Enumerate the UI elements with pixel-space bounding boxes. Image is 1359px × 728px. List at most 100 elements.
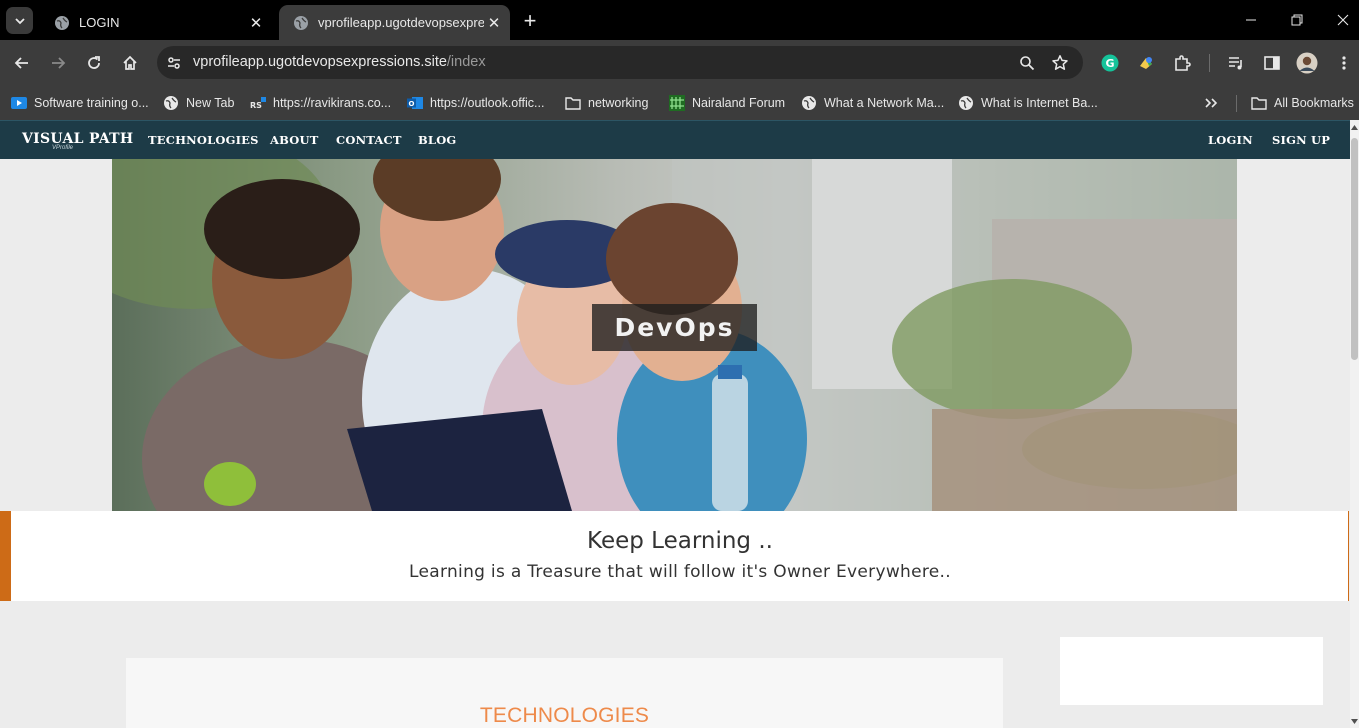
chevron-down-icon	[14, 17, 25, 24]
bookmark-item[interactable]: O https://outlook.offic...	[407, 92, 544, 114]
svg-text:O: O	[409, 100, 415, 108]
address-bar[interactable]: vprofileapp.ugotdevopsexpressions.site/i…	[157, 46, 1083, 79]
bookmark-label: networking	[588, 96, 649, 110]
bookmark-label: What a Network Ma...	[824, 96, 945, 110]
all-bookmarks-button[interactable]: All Bookmarks	[1251, 92, 1354, 114]
scrollbar-thumb[interactable]	[1351, 138, 1358, 360]
all-bookmarks-label: All Bookmarks	[1274, 96, 1354, 110]
extensions-button[interactable]	[1169, 50, 1195, 76]
rs-icon: RS	[250, 95, 266, 111]
tab-search-button[interactable]	[6, 7, 33, 34]
hero-label: DevOps	[592, 304, 757, 351]
toolbar-divider	[1209, 54, 1210, 72]
home-icon	[123, 55, 137, 70]
url-path: /index	[446, 54, 486, 70]
nairaland-icon	[669, 95, 685, 111]
page-scrollbar[interactable]	[1350, 120, 1359, 728]
restore-button[interactable]	[1282, 8, 1312, 32]
folder-icon	[1251, 95, 1267, 111]
globe-icon	[293, 15, 309, 31]
tab-vprofile[interactable]: vprofileapp.ugotdevopsexpressions.site/i…	[279, 5, 510, 40]
globe-icon	[801, 95, 817, 111]
plus-icon: +	[523, 8, 537, 33]
browser-tab-bar: LOGIN ✕ vprofileapp.ugotdevopsexpression…	[0, 0, 1359, 40]
site-settings-icon[interactable]	[165, 54, 183, 72]
globe-icon	[54, 15, 70, 31]
bookmark-folder[interactable]: networking	[565, 92, 648, 114]
url-text: vprofileapp.ugotdevopsexpressions.site/i…	[193, 54, 486, 70]
tab-login[interactable]: LOGIN ✕	[40, 5, 272, 40]
profile-avatar-button[interactable]	[1294, 50, 1320, 76]
nav-contact[interactable]: CONTACT	[336, 133, 402, 147]
bookmark-label: New Tab	[186, 96, 235, 110]
tab-title: vprofileapp.ugotdevopsexpressions.site/i…	[318, 15, 484, 30]
arrow-left-icon	[14, 57, 28, 69]
quote-subtitle: Learning is a Treasure that will follow …	[409, 562, 951, 582]
media-controls-button[interactable]	[1223, 50, 1249, 76]
close-window-button[interactable]	[1328, 8, 1358, 32]
back-button[interactable]	[9, 50, 35, 76]
grammarly-icon: G	[1101, 54, 1119, 72]
svg-text:G: G	[1105, 57, 1114, 70]
side-panel-icon	[1264, 56, 1280, 70]
forward-button[interactable]	[45, 50, 71, 76]
bookmark-item[interactable]: Software training o...	[11, 92, 149, 114]
nav-login[interactable]: LOGIN	[1208, 133, 1253, 147]
bookmark-item[interactable]: RS https://ravikirans.co...	[250, 92, 391, 114]
bookmark-label: https://outlook.offic...	[430, 96, 545, 110]
svg-text:RS: RS	[250, 101, 262, 110]
nav-about[interactable]: ABOUT	[270, 133, 318, 147]
sidebar-panel	[1060, 637, 1323, 705]
bookmark-label: What is Internet Ba...	[981, 96, 1098, 110]
quote-panel: Keep Learning .. Learning is a Treasure …	[0, 511, 1349, 601]
scroll-up-icon[interactable]	[1350, 122, 1359, 132]
browser-menu-button[interactable]	[1331, 50, 1357, 76]
folder-icon	[565, 95, 581, 111]
more-bookmarks-button[interactable]	[1203, 92, 1226, 114]
minimize-icon	[1246, 19, 1256, 21]
double-chevron-right-icon	[1203, 95, 1219, 111]
color-extension-icon	[1140, 57, 1152, 69]
bookmarks-bar: Software training o... New Tab RS https:…	[0, 86, 1359, 120]
media-queue-icon	[1229, 57, 1242, 70]
bookmark-item[interactable]: New Tab	[163, 92, 234, 114]
minimize-button[interactable]	[1236, 8, 1266, 32]
grammarly-extension-button[interactable]: G	[1097, 50, 1123, 76]
youtube-icon	[11, 95, 27, 111]
tab-title: LOGIN	[79, 15, 120, 30]
nav-technologies[interactable]: TECHNOLOGIES	[148, 133, 259, 147]
close-icon	[1337, 14, 1349, 26]
bookmarks-divider	[1236, 95, 1237, 112]
technologies-section: TECHNOLOGIES	[126, 658, 1003, 728]
arrow-right-icon	[52, 57, 66, 69]
bookmark-label: Nairaland Forum	[692, 96, 786, 110]
side-panel-button[interactable]	[1259, 50, 1285, 76]
bookmark-item[interactable]: Nairaland Forum	[669, 92, 785, 114]
bookmark-label: https://ravikirans.co...	[273, 96, 392, 110]
nav-signup[interactable]: SIGN UP	[1272, 133, 1330, 147]
bookmark-star-icon[interactable]	[1050, 53, 1070, 73]
puzzle-icon	[1175, 55, 1191, 71]
close-icon[interactable]: ✕	[246, 13, 266, 33]
extension-button[interactable]	[1133, 50, 1159, 76]
new-tab-button[interactable]: +	[518, 9, 542, 33]
bookmark-item[interactable]: What a Network Ma...	[801, 92, 944, 114]
bookmark-label: Software training o...	[34, 96, 149, 110]
site-brand-subtitle: VProfile	[52, 145, 74, 151]
quote-title: Keep Learning ..	[587, 528, 773, 554]
page-viewport: VISUAL PATH VProfile TECHNOLOGIES ABOUT …	[0, 120, 1350, 728]
reload-icon	[88, 56, 100, 69]
reload-button[interactable]	[81, 50, 107, 76]
url-host: vprofileapp.ugotdevopsexpressions.site	[193, 54, 447, 70]
nav-blog[interactable]: BLOG	[418, 133, 456, 147]
scroll-down-icon[interactable]	[1350, 716, 1359, 726]
outlook-icon: O	[407, 95, 423, 111]
site-brand[interactable]: VISUAL PATH	[22, 131, 133, 147]
browser-toolbar: vprofileapp.ugotdevopsexpressions.site/i…	[0, 40, 1359, 86]
close-icon[interactable]: ✕	[484, 13, 504, 33]
home-button[interactable]	[117, 50, 143, 76]
hero-banner: DevOps	[112, 159, 1237, 511]
bookmark-item[interactable]: What is Internet Ba...	[958, 92, 1098, 114]
section-title: TECHNOLOGIES	[479, 704, 650, 727]
zoom-icon[interactable]	[1017, 53, 1037, 73]
